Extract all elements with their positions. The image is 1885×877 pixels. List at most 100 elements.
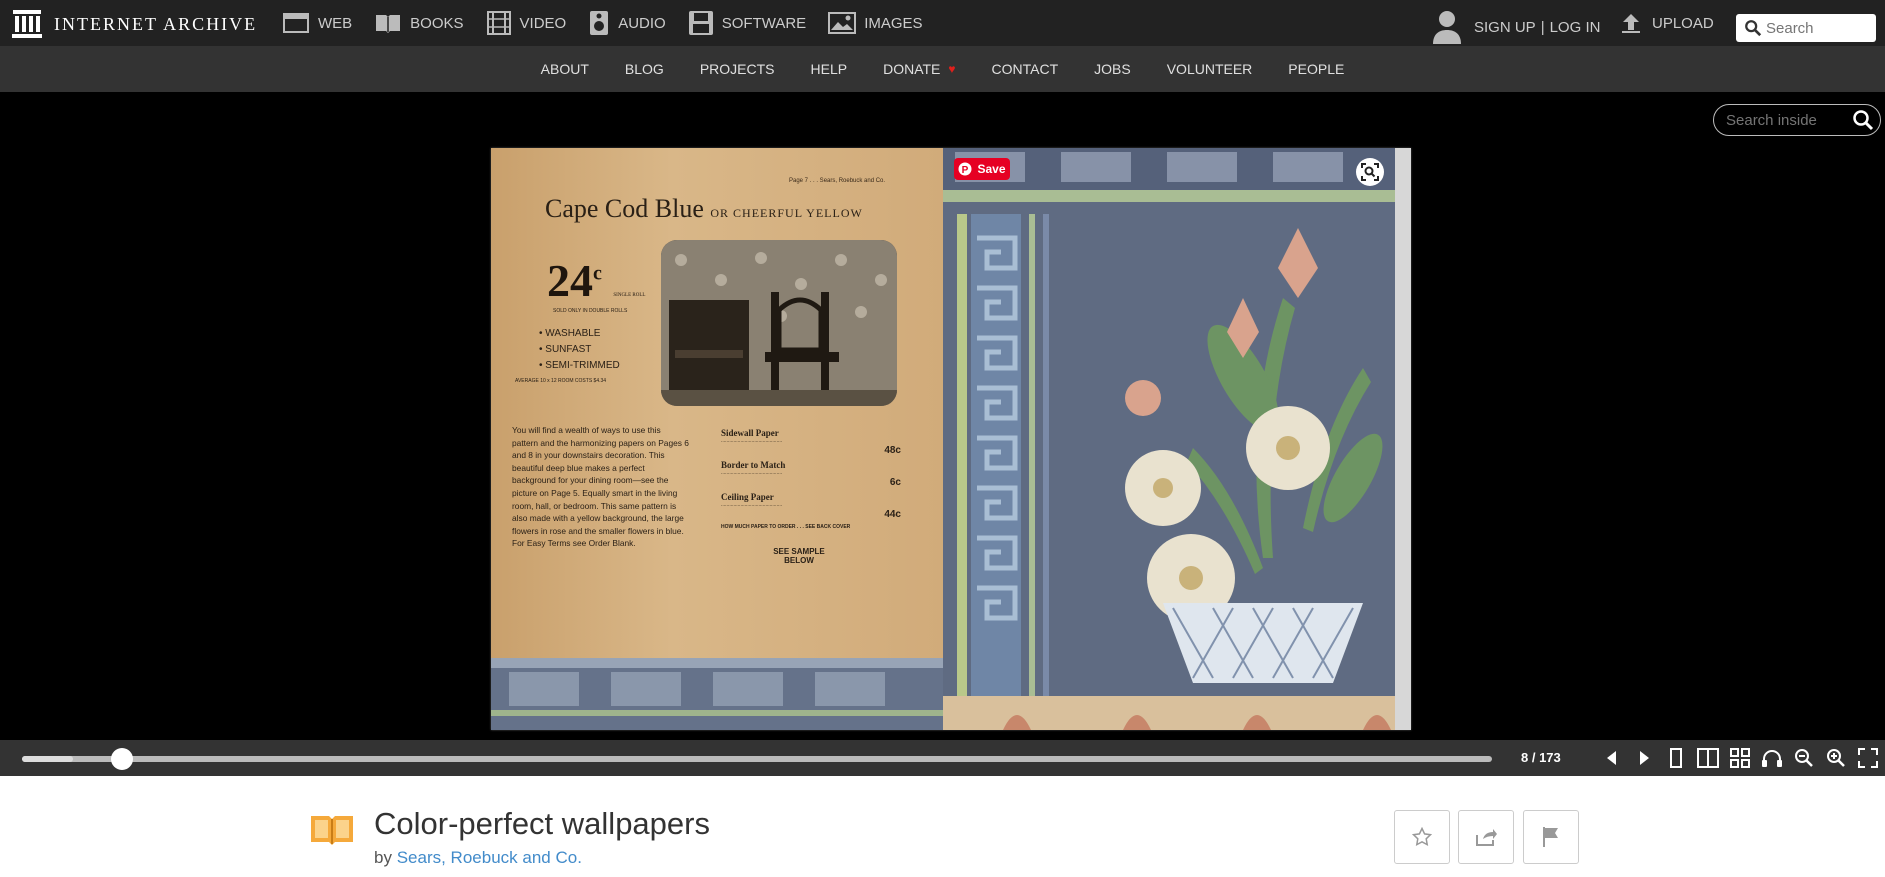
thumbnail-view-icon[interactable]	[1724, 748, 1756, 768]
nav-donate-label: DONATE	[883, 61, 941, 77]
feature-item: • WASHABLE	[539, 328, 601, 339]
section-detail: ........................................…	[721, 438, 783, 444]
two-page-view-icon[interactable]	[1692, 748, 1724, 768]
room-photo-image	[661, 240, 897, 406]
login-link[interactable]: LOG IN	[1550, 19, 1601, 36]
section-detail: ........................................…	[721, 470, 783, 476]
section-price: 48c	[884, 445, 901, 456]
room-photo	[661, 240, 897, 406]
media-images[interactable]: IMAGES	[828, 12, 923, 34]
nav-projects[interactable]: PROJECTS	[700, 61, 775, 77]
page-indicator: 8 / 173	[1521, 750, 1561, 765]
pinterest-save-button[interactable]: P Save	[954, 158, 1010, 180]
auth-separator: |	[1540, 18, 1545, 36]
section-detail: ........................................…	[721, 502, 783, 508]
page-body-text: You will find a wealth of ways to use th…	[512, 425, 689, 549]
media-audio[interactable]: AUDIO	[588, 10, 666, 36]
byline-prefix: by	[374, 848, 392, 867]
next-page-icon[interactable]	[1628, 750, 1660, 766]
media-web[interactable]: WEB	[282, 12, 352, 34]
fullscreen-icon[interactable]	[1852, 748, 1884, 768]
search-icon[interactable]	[1744, 18, 1762, 38]
media-type-nav: WEB BOOKS VIDEO AUDIO SOFTWARE IMAGES	[282, 0, 945, 46]
software-icon	[688, 11, 713, 35]
page-slider[interactable]	[22, 748, 1492, 770]
images-icon	[828, 12, 857, 34]
flag-button[interactable]	[1523, 810, 1579, 864]
section-heading: Ceiling Paper	[721, 492, 774, 502]
media-software[interactable]: SOFTWARE	[688, 10, 806, 36]
viewer-toolbar	[1596, 744, 1884, 772]
previous-page-icon[interactable]	[1596, 750, 1628, 766]
media-audio-label: AUDIO	[618, 14, 666, 32]
page-title-rest: OR CHEERFUL YELLOW	[710, 206, 863, 220]
media-software-label: SOFTWARE	[721, 14, 807, 32]
order-note: HOW MUCH PAPER TO ORDER . . . SEE BACK C…	[721, 524, 851, 530]
visual-search-button[interactable]	[1356, 158, 1384, 186]
item-byline: by Sears, Roebuck and Co.	[374, 848, 582, 868]
nav-help[interactable]: HELP	[811, 61, 848, 77]
nav-contact[interactable]: CONTACT	[992, 61, 1059, 77]
slider-handle[interactable]	[111, 748, 134, 770]
svg-text:P: P	[962, 165, 969, 176]
nav-people[interactable]: PEOPLE	[1288, 61, 1344, 77]
site-search-box	[1736, 14, 1876, 42]
internet-archive-logo[interactable]: INTERNET ARCHIVE	[12, 10, 257, 38]
nav-volunteer[interactable]: VOLUNTEER	[1167, 61, 1253, 77]
pinterest-save-label: Save	[977, 162, 1006, 176]
nav-donate[interactable]: DONATE ♥	[883, 61, 955, 77]
section-heading: Sidewall Paper	[721, 428, 779, 438]
price-unit: c	[593, 262, 602, 285]
viewer-controls: 8 / 173	[0, 740, 1885, 776]
wallpaper-sample-image	[491, 658, 943, 730]
sold-note: SOLD ONLY IN DOUBLE ROLLS	[553, 308, 628, 314]
section-price: 44c	[884, 509, 901, 520]
top-nav-bar: INTERNET ARCHIVE WEB BOOKS VIDEO AUDIO S…	[0, 0, 1885, 46]
zoom-out-icon[interactable]	[1788, 748, 1820, 768]
upload-link[interactable]: UPLOAD	[1620, 12, 1714, 34]
price: 24c SINGLE ROLL	[547, 254, 645, 307]
page-title: Cape Cod Blue OR CHEERFUL YELLOW	[545, 194, 863, 224]
media-images-label: IMAGES	[864, 14, 923, 32]
signup-link[interactable]: SIGN UP	[1474, 19, 1536, 36]
author-link[interactable]: Sears, Roebuck and Co.	[397, 848, 582, 867]
upload-label: UPLOAD	[1652, 14, 1714, 32]
nav-about[interactable]: ABOUT	[541, 61, 589, 77]
book-viewer: Page 7 . . . Sears, Roebuck and Co. Cape…	[0, 92, 1885, 740]
flag-icon	[1543, 827, 1558, 847]
zoom-in-icon[interactable]	[1820, 748, 1852, 768]
favorite-button[interactable]	[1394, 810, 1450, 864]
wallpaper-floral-image	[943, 148, 1395, 730]
share-button[interactable]	[1458, 810, 1514, 864]
user-icon[interactable]	[1432, 10, 1462, 44]
search-inside-icon[interactable]	[1852, 109, 1874, 131]
price-value: 24	[547, 255, 593, 306]
visual-search-icon	[1361, 163, 1379, 181]
secondary-nav: ABOUT BLOG PROJECTS HELP DONATE ♥ CONTACT…	[0, 46, 1885, 92]
section-price: 6c	[889, 477, 901, 488]
page-title-main: Cape Cod Blue	[545, 194, 704, 223]
page-header: Page 7 . . . Sears, Roebuck and Co.	[789, 178, 886, 184]
book-spread[interactable]: Page 7 . . . Sears, Roebuck and Co. Cape…	[491, 148, 1411, 730]
star-icon	[1412, 827, 1432, 846]
media-video-label: VIDEO	[519, 14, 567, 32]
feature-item: • SEMI-TRIMMED	[539, 360, 620, 371]
feature-item: • SUNFAST	[539, 344, 592, 355]
wallpaper-sample-strip	[491, 658, 943, 730]
nav-blog[interactable]: BLOG	[625, 61, 664, 77]
media-books-label: BOOKS	[410, 14, 464, 32]
left-page: Page 7 . . . Sears, Roebuck and Co. Cape…	[491, 148, 943, 730]
page-edge	[1395, 148, 1411, 730]
media-video[interactable]: VIDEO	[486, 11, 567, 35]
site-search-input[interactable]	[1762, 19, 1876, 37]
logo-text: INTERNET ARCHIVE	[54, 13, 258, 34]
web-icon	[283, 13, 309, 33]
nav-jobs[interactable]: JOBS	[1094, 61, 1131, 77]
video-icon	[486, 11, 511, 35]
media-books[interactable]: BOOKS	[374, 12, 464, 34]
read-aloud-icon[interactable]	[1756, 748, 1788, 768]
one-page-view-icon[interactable]	[1660, 748, 1692, 768]
audio-icon	[590, 11, 609, 35]
search-inside-input[interactable]	[1724, 110, 1852, 130]
archive-building-icon	[12, 10, 42, 38]
